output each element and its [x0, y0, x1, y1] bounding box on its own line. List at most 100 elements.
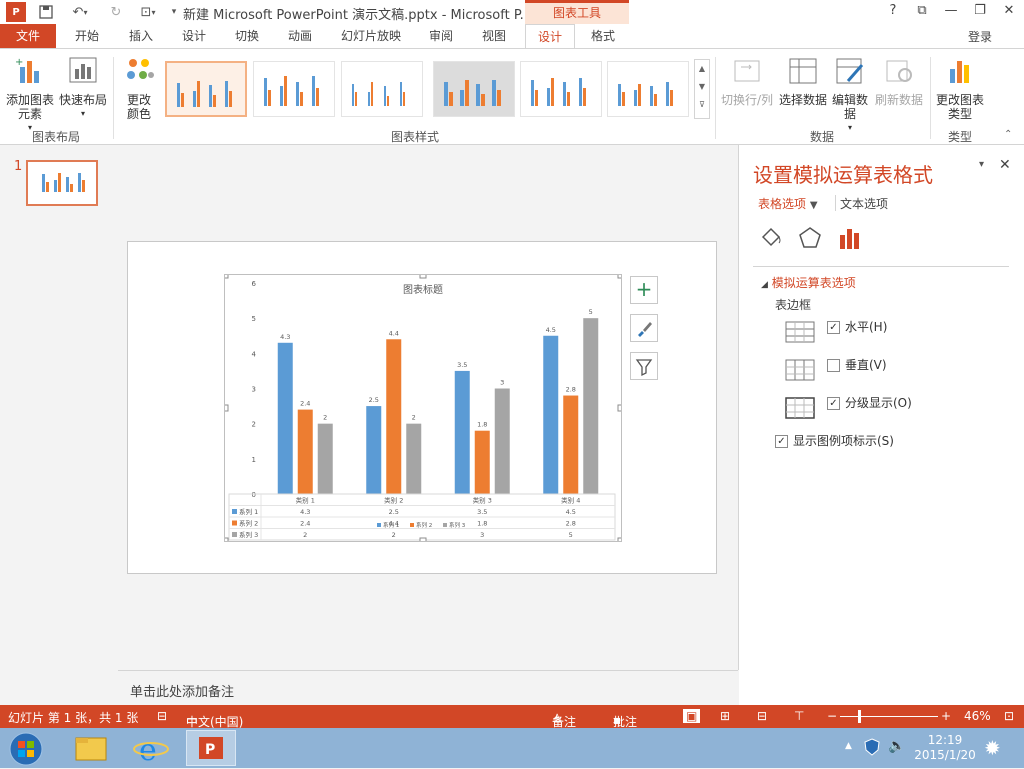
tab-view[interactable]: 视图 [471, 24, 517, 48]
group-divider [715, 57, 716, 139]
help-button[interactable]: ? [882, 2, 904, 20]
select-data-button[interactable]: 选择数据 [778, 55, 828, 107]
maximize-button[interactable]: ❐ [969, 2, 991, 20]
close-button[interactable]: ✕ [998, 2, 1020, 20]
chart-style-2[interactable] [253, 61, 335, 117]
refresh-data-button[interactable]: 刷新数据 [872, 55, 926, 107]
zoom-level[interactable]: 46% [964, 709, 991, 723]
zoom-in-icon[interactable]: + [941, 709, 951, 723]
tab-review[interactable]: 审阅 [418, 24, 464, 48]
notes-pane[interactable]: 单击此处添加备注 [118, 670, 738, 705]
vertical-border-checkbox[interactable]: 垂直(V) [827, 356, 887, 373]
change-chart-type-button[interactable]: 更改图表类型 [934, 55, 986, 121]
legend-swatch [410, 523, 414, 527]
customize-toolbar-icon[interactable]: ▾ [164, 2, 184, 22]
group-divider [930, 57, 931, 139]
powerpoint-app-icon[interactable]: P [6, 2, 26, 22]
minimize-button[interactable]: — [940, 2, 962, 20]
chart-style-1[interactable] [165, 61, 247, 117]
fit-to-window-icon[interactable]: ⊡ [1004, 709, 1014, 723]
paint-bucket-icon [761, 227, 781, 247]
file-explorer-taskbar-icon[interactable] [66, 730, 116, 766]
chart-bar [543, 335, 559, 494]
tab-chart-design[interactable]: 设计 [525, 24, 575, 48]
save-icon[interactable] [36, 2, 56, 22]
normal-view-icon[interactable]: ▣ [683, 709, 701, 723]
powerpoint-taskbar-icon[interactable]: P [186, 730, 236, 766]
bar-data-label: 4.3 [280, 333, 290, 341]
chart-bar [317, 423, 333, 494]
system-clock[interactable]: 12:19 2015/1/20 [910, 733, 980, 763]
table-options-tab[interactable] [837, 225, 863, 251]
security-shield-icon[interactable] [864, 738, 880, 759]
tab-table-options[interactable]: 表格选项 ▼ [758, 195, 818, 212]
slide[interactable]: 图表标题 0 1 2 3 4 5 6 4.3 2.4 2 2.5 4.4 2 3.5 1.8 3 4.5 2.8 5 类… [127, 241, 717, 574]
fill-line-tab[interactable] [759, 225, 785, 251]
zoom-out-icon[interactable]: − [827, 709, 837, 723]
chart-style-6[interactable] [607, 61, 689, 117]
data-table-value: 2 [303, 531, 307, 539]
volume-icon[interactable]: 🔈 [888, 738, 905, 754]
change-colors-button[interactable]: 更改颜色 [118, 55, 160, 121]
tab-animations[interactable]: 动画 [277, 24, 323, 48]
switch-row-column-button[interactable]: 切换行/列 [718, 55, 776, 107]
chart-area[interactable]: 图表标题 0 1 2 3 4 5 6 4.3 2.4 2 2.5 4.4 2 3.5 1.8 3 4.5 2.8 5 类… [221, 271, 625, 545]
tab-text-options[interactable]: 文本选项 [840, 195, 888, 212]
tab-file[interactable]: 文件 [0, 24, 56, 48]
data-table-value: 2.5 [389, 508, 399, 516]
effects-tab[interactable] [797, 225, 823, 251]
ribbon-display-options-button[interactable]: ⧉ [911, 2, 933, 20]
slide-thumbnail-1[interactable] [26, 160, 98, 206]
pane-title: 设置模拟运算表格式 [753, 163, 933, 187]
chart-bar [277, 342, 293, 494]
internet-explorer-taskbar-icon[interactable]: e [126, 730, 176, 768]
tab-transitions[interactable]: 切换 [224, 24, 270, 48]
brightness-icon[interactable]: ✹ [984, 736, 1001, 760]
pentagon-icon [799, 227, 821, 248]
tab-insert[interactable]: 插入 [118, 24, 164, 48]
slideshow-view-icon[interactable]: ⊤ [794, 709, 804, 723]
spelling-check-icon[interactable]: ⊟ [157, 709, 167, 723]
chart-tools-context-label: 图表工具 [525, 0, 629, 24]
table-border-vertical-icon [785, 359, 815, 384]
tab-design[interactable]: 设计 [171, 24, 217, 48]
chart-elements-plus-button[interactable]: + [630, 276, 658, 304]
chart-filters-button[interactable] [630, 352, 658, 380]
zoom-slider-track[interactable] [840, 716, 938, 717]
start-button[interactable] [0, 730, 50, 766]
pane-options-chevron-icon[interactable]: ▾ [979, 159, 984, 170]
pane-close-icon[interactable]: ✕ [999, 157, 1011, 173]
show-legend-keys-checkbox[interactable]: ✓ 显示图例项标示(S) [775, 432, 894, 449]
presentation-icon[interactable]: ⊡ ▾ [134, 2, 162, 22]
legend-entry: 系列 2 [416, 521, 432, 529]
chart-styles-brush-button[interactable] [630, 314, 658, 342]
chart-styles-scroll[interactable]: ▲ ▼ ⊽ [694, 59, 710, 119]
reading-view-icon[interactable]: ⊟ [757, 709, 767, 723]
add-chart-element-button[interactable]: + 添加图表元素 ▾ [4, 55, 56, 135]
tab-chart-format[interactable]: 格式 [580, 24, 626, 48]
category-label: 类别 1 [296, 496, 315, 505]
tab-home[interactable]: 开始 [64, 24, 110, 48]
checkbox-legend-keys: ✓ [775, 435, 788, 448]
chart-style-5[interactable] [520, 61, 602, 117]
quick-layout-button[interactable]: 快速布局 ▾ [58, 55, 108, 121]
status-bar: 幻灯片 第 1 张，共 1 张 ⊟ ▭ 中文(中国) ≜ 备注 ▪ 批注 ▣ ⊞… [0, 705, 1024, 729]
bar-data-label: 5 [589, 308, 593, 316]
redo-icon[interactable]: ↻ [106, 2, 126, 22]
outline-border-checkbox[interactable]: ✓ 分级显示(O) [827, 394, 912, 411]
collapse-ribbon-icon[interactable]: ⌃ [1004, 129, 1012, 140]
chart-style-3[interactable] [341, 61, 423, 117]
show-hidden-icons[interactable]: ▲ [845, 741, 852, 751]
undo-icon[interactable]: ↶ ▾ [66, 2, 94, 22]
change-chart-type-icon [950, 61, 969, 83]
slide-sorter-view-icon[interactable]: ⊞ [720, 709, 730, 723]
section-data-table-options[interactable]: ◢ 模拟运算表选项 [761, 274, 856, 291]
chart-style-4[interactable] [433, 61, 515, 117]
sign-in-link[interactable]: 登录 [968, 28, 992, 45]
data-table-value: 4.5 [566, 508, 576, 516]
tab-slideshow[interactable]: 幻灯片放映 [334, 24, 408, 48]
edit-data-button[interactable]: 编辑数据 ▾ [830, 55, 870, 135]
chart-bar [386, 339, 402, 494]
zoom-slider-thumb[interactable] [858, 710, 861, 723]
horizontal-border-checkbox[interactable]: ✓ 水平(H) [827, 318, 887, 335]
